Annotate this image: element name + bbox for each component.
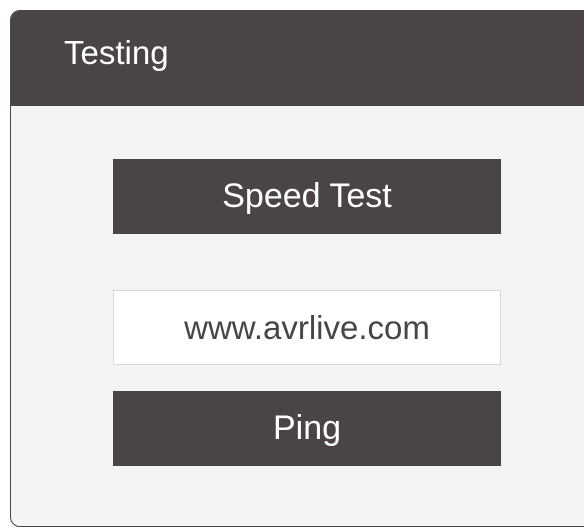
testing-panel: Testing Speed Test Ping (10, 10, 584, 527)
panel-title: Testing (64, 34, 169, 71)
speed-test-button[interactable]: Speed Test (113, 159, 501, 234)
panel-header: Testing (11, 11, 584, 106)
host-input[interactable] (113, 290, 501, 365)
panel-body: Speed Test Ping (11, 106, 584, 526)
ping-button[interactable]: Ping (113, 391, 501, 466)
